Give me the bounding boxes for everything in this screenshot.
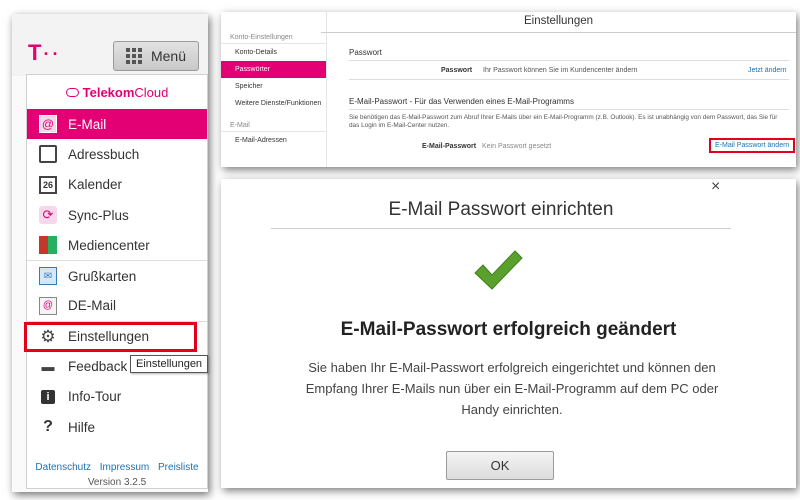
- gear-icon: ⚙: [40, 326, 56, 346]
- menu-item-label: Mediencenter: [68, 237, 150, 253]
- menu-item-adressbuch[interactable]: Adressbuch: [27, 139, 207, 169]
- telekom-cloud-logo: Telekom Cloud: [27, 75, 207, 109]
- success-message: Sie haben Ihr E-Mail-Passwort erfolgreic…: [305, 360, 719, 417]
- grid-icon: [125, 48, 142, 64]
- menu-item-label: Hilfe: [68, 419, 96, 435]
- menu-item-grusskarten[interactable]: ✉ Grußkarten: [27, 260, 207, 290]
- menu-item-info-tour[interactable]: i Info-Tour: [27, 382, 207, 412]
- email-passwort-section-title: E-Mail-Passwort - Für das Verwenden eine…: [349, 97, 574, 106]
- cloud-brand-text: Telekom: [82, 84, 135, 100]
- menu-button-label: Menü: [150, 48, 187, 64]
- app-menu-list: @ E-Mail Adressbuch 26 Kalender ⟳ Sync-P…: [24, 109, 209, 442]
- menu-item-label: E-Mail: [68, 116, 107, 132]
- email-passwort-aendern-link[interactable]: E-Mail Passwort ändern: [709, 138, 796, 153]
- email-desc-line-2: das Login im E-Mail-Center nutzen.: [349, 122, 450, 129]
- settings-sidebar: Konto-Einstellungen Konto-Details Passwö…: [221, 12, 327, 167]
- datenschutz-link[interactable]: Datenschutz: [35, 462, 91, 473]
- checkmark-icon: [474, 250, 523, 290]
- app-menu-dropdown: Telekom Cloud @ E-Mail Adressbuch 26 Kale…: [24, 74, 209, 489]
- side-section-konto: Konto-Einstellungen: [230, 34, 293, 41]
- settings-title: Einstellungen: [321, 15, 796, 33]
- side-item-email-adressen[interactable]: E-Mail-Adressen: [221, 132, 326, 149]
- greeting-card-icon: ✉: [39, 267, 57, 286]
- menu-item-einstellungen[interactable]: ⚙ Einstellungen: [24, 321, 207, 353]
- feedback-icon: ▬: [41, 359, 55, 375]
- media-icon: [39, 236, 57, 255]
- menu-item-de-mail[interactable]: @ DE-Mail: [27, 291, 207, 321]
- footer-links: Datenschutz Impressum Preisliste: [27, 462, 207, 473]
- menu-item-label: DE-Mail: [68, 298, 117, 314]
- menu-item-label: Sync-Plus: [68, 207, 129, 223]
- menu-item-hilfe[interactable]: ? Hilfe: [27, 412, 207, 442]
- calendar-icon: 26: [39, 175, 57, 194]
- menu-item-feedback[interactable]: ▬ Feedback Einstellungen: [27, 351, 209, 381]
- cloud-icon: [65, 87, 79, 97]
- menu-item-email[interactable]: @ E-Mail: [27, 109, 207, 140]
- ok-button[interactable]: OK: [446, 451, 554, 480]
- side-item-speicher[interactable]: Speicher: [221, 78, 326, 95]
- menu-item-label: Adressbuch: [68, 146, 140, 162]
- settings-panel: Konto-Einstellungen Konto-Details Passwö…: [221, 12, 796, 167]
- cloud-brand-light-text: Cloud: [134, 84, 169, 100]
- email-desc-line-1: Sie benötigen das E-Mail-Passwort zum Ab…: [349, 114, 778, 121]
- menu-item-mediencenter[interactable]: Mediencenter: [27, 230, 207, 260]
- divider: [349, 109, 789, 110]
- divider: [349, 79, 789, 80]
- side-item-weitere-dienste[interactable]: Weitere Dienste/Funktionen: [221, 95, 326, 112]
- info-icon: i: [41, 389, 55, 404]
- version-label: Version 3.2.5: [87, 477, 147, 488]
- menu-item-label: Kalender: [68, 177, 123, 193]
- dialog-title: E-Mail Passwort einrichten: [271, 199, 731, 229]
- jetzt-aendern-link[interactable]: Jetzt ändern: [748, 67, 787, 74]
- mail-icon: @: [39, 115, 57, 134]
- side-item-konto-details[interactable]: Konto-Details: [221, 44, 326, 61]
- close-icon[interactable]: ×: [711, 178, 720, 196]
- email-passwort-description: Sie benötigen das E-Mail-Passwort zum Ab…: [349, 114, 789, 130]
- menu-button[interactable]: Menü: [113, 41, 199, 71]
- passwort-label: Passwort: [441, 67, 473, 74]
- help-icon: ?: [43, 418, 53, 436]
- menu-item-label: Einstellungen: [68, 329, 150, 345]
- menu-item-label: Grußkarten: [68, 268, 137, 284]
- menu-item-sync-plus[interactable]: ⟳ Sync-Plus: [27, 200, 207, 230]
- header-bar: T·· Menü: [12, 14, 208, 76]
- preisliste-link[interactable]: Preisliste: [158, 462, 199, 473]
- email-passwort-value: Kein Passwort gesetzt: [482, 143, 552, 150]
- menu-item-kalender[interactable]: 26 Kalender: [27, 170, 207, 200]
- telekom-logo-icon[interactable]: T··: [28, 40, 61, 66]
- de-mail-icon: @: [39, 296, 57, 315]
- impressum-link[interactable]: Impressum: [100, 462, 149, 473]
- menu-item-label: Info-Tour: [68, 389, 122, 405]
- success-heading: E-Mail-Passwort erfolgreich geändert: [340, 319, 677, 340]
- passwort-section-title: Passwort: [349, 48, 382, 57]
- side-item-passwoerter[interactable]: Passwörter: [221, 61, 326, 78]
- navigation-panel: T·· Menü Telekom Cloud @ E-Mail Adressbuc…: [12, 14, 209, 492]
- email-password-dialog: × E-Mail Passwort einrichten E-Mail-Pass…: [221, 178, 796, 488]
- side-section-email: E-Mail: [230, 122, 250, 129]
- tooltip: Einstellungen: [130, 355, 209, 374]
- divider: [349, 60, 789, 61]
- sync-icon: ⟳: [39, 206, 57, 225]
- address-book-icon: [39, 145, 57, 164]
- email-passwort-label: E-Mail-Passwort: [422, 143, 477, 150]
- menu-item-label: Feedback: [68, 359, 128, 375]
- passwort-text: Ihr Passwort können Sie im Kundencenter …: [483, 67, 638, 74]
